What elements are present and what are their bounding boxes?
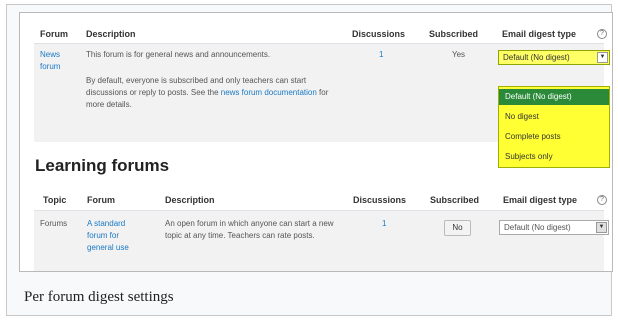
digest-select-value: Default (No digest) [503,53,570,62]
header-subscribed: Subscribed [430,195,480,205]
dropdown-option-subjects-only[interactable]: Subjects only [499,149,609,165]
forum-link-standard[interactable]: A standard forum for general use [87,218,147,254]
header-description: Description [165,195,215,205]
chevron-down-icon[interactable]: ▼ [597,52,608,63]
digest-select-value: Default (No digest) [504,223,571,232]
dropdown-option-default[interactable]: Default (No digest) [499,89,609,105]
digest-dropdown-menu: Default (No digest) No digest Complete p… [498,86,610,168]
chevron-down-icon[interactable]: ▼ [596,222,607,233]
header-discussions: Discussions [353,195,407,205]
dropdown-option-complete-posts[interactable]: Complete posts [499,129,609,145]
section-title: Learning forums [35,156,170,175]
digest-select-standard[interactable]: Default (No digest) ▼ [499,220,609,235]
forum-description-paragraph: By default, everyone is subscribed and o… [86,75,334,111]
header-forum: Forum [87,195,115,205]
subscribe-toggle-button[interactable]: No [444,220,471,236]
header-subscribed: Subscribed [429,29,479,39]
header-digest: Email digest type [502,29,577,39]
header-discussions: Discussions [352,29,406,39]
figure-frame: Forum Description Discussions Subscribed… [6,4,613,316]
help-icon[interactable]: ? [597,195,607,205]
forum-description-line: This forum is for general news and annou… [86,50,271,59]
header-digest: Email digest type [503,195,578,205]
digest-select-news[interactable]: Default (No digest) ▼ [498,50,610,65]
screenshot-panel: Forum Description Discussions Subscribed… [19,12,613,272]
topic-name: Forums [40,219,68,228]
header-topic: Topic [43,195,67,205]
forum-link-news[interactable]: News forum [40,49,80,73]
discussions-count[interactable]: 1 [382,218,386,230]
forum-description: An open forum in which anyone can start … [165,219,334,240]
help-icon[interactable]: ? [597,29,607,39]
discussions-count[interactable]: 1 [379,49,383,61]
header-description: Description [86,29,136,39]
header-forum: Forum [40,29,68,39]
news-forum-documentation-link[interactable]: news forum documentation [221,88,317,97]
subscribed-status: Yes [452,50,466,59]
figure-caption: Per forum digest settings [24,289,174,305]
dropdown-option-no-digest[interactable]: No digest [499,109,609,125]
